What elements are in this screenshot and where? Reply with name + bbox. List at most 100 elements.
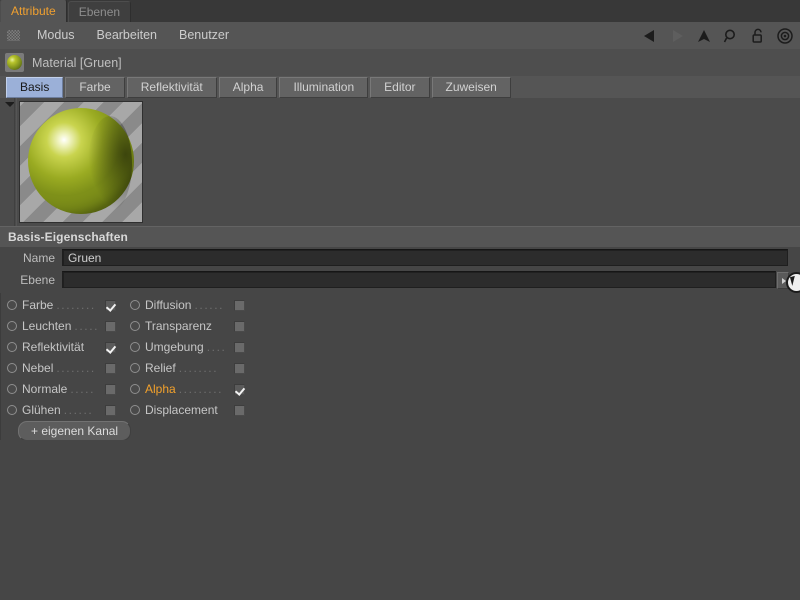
channel-reflektivitaet-label: Reflektivität	[22, 340, 85, 354]
channel-diffusion[interactable]: Diffusion ......	[125, 295, 249, 315]
leader-dots: ........	[178, 361, 219, 375]
channel-radio-icon[interactable]	[7, 300, 17, 310]
leader-dots: .....	[70, 382, 96, 396]
tab-reflektivitaet[interactable]: Reflektivität	[126, 76, 217, 98]
leader-dots: ........	[56, 298, 96, 312]
forward-arrow-icon[interactable]	[668, 27, 686, 45]
material-title-row: Material [Gruen]	[0, 49, 800, 77]
tab-editor-label: Editor	[384, 80, 416, 94]
tab-basis-label: Basis	[20, 80, 50, 94]
channel-list: Farbe ........ Leuchten ..... Reflektivi…	[0, 295, 800, 419]
back-arrow-icon[interactable]	[641, 27, 659, 45]
channel-gluehen-checkbox[interactable]	[105, 404, 116, 416]
name-label: Name	[22, 251, 55, 265]
channel-gluehen[interactable]: Glühen ......	[2, 400, 120, 420]
channel-normale-checkbox[interactable]	[105, 383, 116, 395]
channel-normale[interactable]: Normale .....	[2, 379, 120, 399]
add-custom-channel-label: + eigenen Kanal	[31, 424, 119, 438]
menu-benutzer[interactable]: Benutzer	[168, 22, 240, 49]
channel-radio-icon[interactable]	[7, 363, 17, 373]
tab-ebenen-label: Ebenen	[78, 5, 121, 19]
empty-panel-area	[0, 440, 800, 600]
target-icon[interactable]	[776, 27, 794, 45]
tab-illumination-label: Illumination	[293, 80, 355, 94]
channel-diffusion-checkbox[interactable]	[234, 299, 245, 311]
tab-zuweisen-label: Zuweisen	[445, 80, 497, 94]
channel-alpha[interactable]: Alpha .........	[125, 379, 249, 399]
channel-farbe-checkbox[interactable]	[105, 299, 116, 311]
name-row: Name Gruen	[0, 249, 800, 267]
material-preview-swatch[interactable]	[19, 101, 143, 223]
channel-displacement[interactable]: Displacement	[125, 400, 249, 420]
name-input[interactable]: Gruen	[62, 249, 788, 266]
leader-dots: ....	[206, 340, 227, 354]
channel-umgebung[interactable]: Umgebung ....	[125, 337, 249, 357]
leader-dots: ........	[56, 361, 96, 375]
menu-bearbeiten[interactable]: Bearbeiten	[86, 22, 168, 49]
tab-farbe[interactable]: Farbe	[65, 76, 125, 98]
channel-nebel-checkbox[interactable]	[105, 362, 116, 374]
channel-radio-icon[interactable]	[7, 405, 17, 415]
channel-diffusion-label: Diffusion	[145, 298, 192, 312]
tab-reflektivitaet-label: Reflektivität	[140, 80, 203, 94]
tab-editor[interactable]: Editor	[370, 76, 430, 98]
drag-grip-icon[interactable]	[7, 30, 20, 41]
tab-basis[interactable]: Basis	[6, 76, 64, 98]
add-custom-channel-button[interactable]: + eigenen Kanal	[18, 421, 132, 441]
channel-displacement-checkbox[interactable]	[234, 404, 245, 416]
channel-alpha-checkbox[interactable]	[234, 383, 245, 395]
tab-ebenen[interactable]: Ebenen	[67, 1, 132, 22]
tab-zuweisen[interactable]: Zuweisen	[431, 76, 511, 98]
channel-radio-icon[interactable]	[130, 300, 140, 310]
channel-radio-icon[interactable]	[7, 384, 17, 394]
channel-radio-icon[interactable]	[7, 342, 17, 352]
channel-transparenz[interactable]: Transparenz	[125, 316, 249, 336]
channel-displacement-label: Displacement	[145, 403, 218, 417]
channel-tab-bar: Basis Farbe Reflektivität Alpha Illumina…	[0, 76, 800, 99]
channel-radio-icon[interactable]	[130, 363, 140, 373]
section-title: Basis-Eigenschaften	[8, 230, 128, 244]
leader-dots: ......	[194, 298, 225, 312]
channel-relief[interactable]: Relief ........	[125, 358, 249, 378]
channel-radio-icon[interactable]	[130, 384, 140, 394]
channel-relief-checkbox[interactable]	[234, 362, 245, 374]
leader-dots: .....	[74, 319, 100, 333]
up-arrow-icon[interactable]	[695, 27, 713, 45]
channel-radio-icon[interactable]	[7, 321, 17, 331]
tab-illumination[interactable]: Illumination	[279, 76, 369, 98]
tab-attribute[interactable]: Attribute	[0, 0, 67, 22]
channel-transparenz-checkbox[interactable]	[234, 320, 245, 332]
channel-radio-icon[interactable]	[130, 342, 140, 352]
menu-modus[interactable]: Modus	[26, 22, 86, 49]
channel-reflektivitaet-checkbox[interactable]	[105, 341, 116, 353]
channel-leuchten-checkbox[interactable]	[105, 320, 116, 332]
channel-gluehen-label: Glühen	[22, 403, 61, 417]
tab-alpha[interactable]: Alpha	[218, 76, 278, 98]
channel-umgebung-label: Umgebung	[145, 340, 204, 354]
menu-bar-icons	[641, 22, 794, 49]
section-header-basis-eigenschaften[interactable]: Basis-Eigenschaften	[0, 226, 800, 248]
leader-dots: ......	[63, 403, 94, 417]
channel-reflektivitaet[interactable]: Reflektivität	[2, 337, 120, 357]
preview-divider	[14, 98, 17, 226]
channel-leuchten-label: Leuchten	[22, 319, 72, 333]
ebene-row: Ebene	[0, 271, 800, 289]
channel-farbe[interactable]: Farbe ........	[2, 295, 120, 315]
attribute-manager-panel: Attribute Ebenen Modus Bearbeiten Benutz…	[0, 0, 800, 600]
window-tab-bar: Attribute Ebenen	[0, 0, 800, 22]
channel-nebel[interactable]: Nebel ........	[2, 358, 120, 378]
search-icon[interactable]	[722, 27, 740, 45]
material-sphere-icon[interactable]	[5, 53, 24, 72]
channel-radio-icon[interactable]	[130, 405, 140, 415]
channel-nebel-label: Nebel	[22, 361, 54, 375]
channel-farbe-label: Farbe	[22, 298, 54, 312]
channel-umgebung-checkbox[interactable]	[234, 341, 245, 353]
material-preview-band	[0, 98, 800, 226]
channel-alpha-label: Alpha	[145, 382, 176, 396]
channel-leuchten[interactable]: Leuchten .....	[2, 316, 120, 336]
lock-icon[interactable]	[749, 27, 767, 45]
channel-relief-label: Relief	[145, 361, 176, 375]
leader-dots: .........	[178, 382, 224, 396]
channel-radio-icon[interactable]	[130, 321, 140, 331]
ebene-input[interactable]	[62, 271, 776, 288]
